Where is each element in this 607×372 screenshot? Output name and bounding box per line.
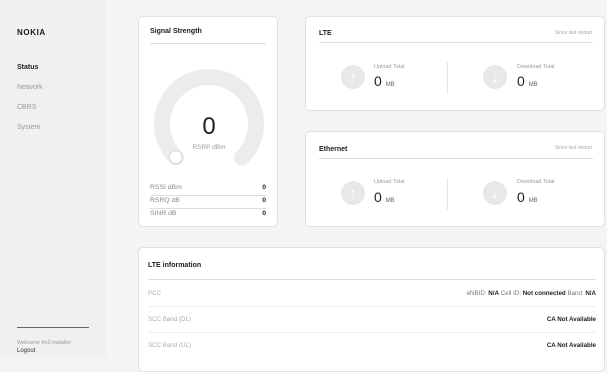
signal-row-value: 0 — [262, 210, 266, 217]
lte-card: LTE Since last restart ↑ Upload Total 0 … — [305, 16, 605, 111]
logout-link[interactable]: Logout — [17, 348, 35, 354]
signal-row-rsrq: RSRQ dB 0 — [150, 197, 266, 209]
lte-title-rule — [319, 42, 593, 43]
ethernet-title: Ethernet — [319, 146, 348, 153]
gauge-knob — [168, 150, 183, 165]
info-row-value: CA Not Available — [547, 342, 596, 349]
lte-information-rule — [148, 279, 596, 280]
info-row-divider — [148, 332, 596, 333]
lte-download-label: Download Total — [517, 64, 555, 70]
signal-strength-card: Signal Strength 0 RSRP dBm RSSI dBm 0 RS… — [138, 16, 278, 227]
nokia-logo: NOKIA — [17, 28, 46, 37]
signal-row-sinr: SINR dB 0 — [150, 210, 266, 221]
lte-info-row-scc-dl: SCC Band (DL) CA Not Available — [148, 316, 596, 326]
signal-strength-title: Signal Strength — [150, 28, 202, 35]
ethernet-download-label: Download Total — [517, 179, 555, 185]
sidebar-item-cbrs[interactable]: CBRS — [17, 102, 43, 122]
ethernet-upload-label: Upload Total — [374, 179, 405, 185]
lte-upload-unit: MB — [385, 82, 395, 88]
arrow-up-icon: ↑ — [341, 181, 365, 205]
lte-info-row-pcc: PCC eNBID: N/A Cell ID: Not connected Ba… — [148, 290, 596, 300]
signal-row-rssi: RSSI dBm 0 — [150, 184, 266, 196]
lte-upload-label: Upload Total — [374, 64, 405, 70]
sidebar-divider — [17, 327, 89, 328]
scc-dl-value: CA Not Available — [546, 316, 596, 323]
welcome-text: Welcome fm2-installer — [17, 340, 72, 346]
lte-download-number: 0 — [517, 73, 525, 89]
arrow-up-icon: ↑ — [341, 65, 365, 89]
ethernet-title-rule — [319, 158, 593, 159]
cellid-label: Cell ID: — [500, 290, 521, 297]
lte-info-row-scc-ul: SCC Band (UL) CA Not Available — [148, 342, 596, 352]
band-label: Band: — [567, 290, 584, 297]
lte-since-restart: Since last restart — [554, 30, 592, 36]
ethernet-card: Ethernet Since last restart ↑ Upload Tot… — [305, 131, 605, 227]
signal-row-label: SINR dB — [150, 210, 177, 217]
signal-title-rule — [150, 43, 266, 44]
pcc-values: eNBID: N/A Cell ID: Not connected Band: … — [467, 290, 596, 297]
info-row-divider — [148, 306, 596, 307]
lte-information-card: LTE information PCC eNBID: N/A Cell ID: … — [138, 247, 605, 372]
ethernet-download-unit: MB — [528, 198, 538, 204]
band-value: N/A — [585, 290, 596, 297]
gauge-value: 0 — [202, 113, 216, 140]
lte-upload-number: 0 — [374, 73, 382, 89]
ethernet-since-restart: Since last restart — [554, 145, 592, 151]
ethernet-upload-unit: MB — [385, 198, 395, 204]
sidebar-item-network[interactable]: Network — [17, 82, 43, 102]
signal-row-label: RSSI dBm — [150, 184, 182, 191]
signal-row-value: 0 — [262, 197, 266, 204]
ethernet-stat-divider — [447, 178, 448, 210]
enbid-value: N/A — [488, 290, 499, 297]
arrow-down-icon: ↓ — [483, 65, 507, 89]
info-row-value: CA Not Available — [547, 316, 596, 323]
scc-ul-value: CA Not Available — [546, 342, 596, 349]
sidebar: NOKIA Status Network CBRS System Welcome… — [0, 0, 106, 358]
ethernet-upload-number: 0 — [374, 189, 382, 205]
sidebar-nav: Status Network CBRS System — [17, 62, 43, 142]
lte-download-unit: MB — [528, 82, 538, 88]
signal-row-label: RSRQ dB — [150, 197, 180, 204]
info-row-label: PCC — [148, 290, 162, 297]
cellid-value: Not connected — [522, 290, 566, 297]
ethernet-download-value: 0 MB — [517, 189, 538, 205]
sidebar-item-status[interactable]: Status — [17, 62, 43, 82]
lte-download-value: 0 MB — [517, 73, 538, 89]
info-row-label: SCC Band (DL) — [148, 316, 191, 323]
ethernet-upload-value: 0 MB — [374, 189, 395, 205]
lte-title: LTE — [319, 30, 332, 37]
lte-information-title: LTE information — [148, 262, 202, 269]
gauge-unit: RSRP dBm — [192, 144, 226, 151]
enbid-label: eNBID: — [466, 290, 487, 297]
lte-stat-divider — [447, 62, 448, 94]
sidebar-item-system[interactable]: System — [17, 122, 43, 142]
ethernet-download-number: 0 — [517, 189, 525, 205]
arrow-down-icon: ↓ — [483, 181, 507, 205]
lte-upload-value: 0 MB — [374, 73, 395, 89]
info-row-label: SCC Band (UL) — [148, 342, 191, 349]
signal-row-value: 0 — [262, 184, 266, 191]
